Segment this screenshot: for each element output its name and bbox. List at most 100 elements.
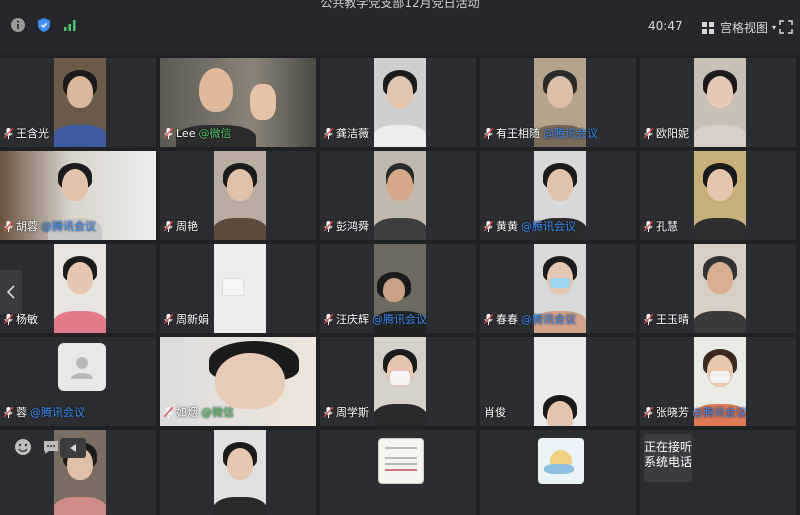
participant-tile[interactable]: 肖俊 (480, 337, 640, 430)
participant-label: 春春 @腾讯会议 (484, 311, 576, 327)
avatar-image (378, 438, 424, 484)
participant-video (374, 151, 426, 240)
participant-name: 黄黄 (496, 220, 518, 233)
participant-video (214, 151, 266, 240)
mic-icon (4, 127, 13, 139)
participant-video (214, 244, 266, 333)
top-bar: 公共教学党支部12月党日活动 40:47 宫格视图 ▾ (0, 0, 800, 55)
meeting-title: 公共教学党支部12月党日活动 (320, 0, 480, 10)
participant-label: 王玉晴 (644, 311, 692, 327)
participant-tile[interactable]: 春春 @腾讯会议 (480, 244, 640, 337)
participant-tile[interactable]: 有王相随 @腾讯会议 (480, 58, 640, 151)
participant-tile[interactable]: 如烟 @微信 (160, 337, 320, 430)
participant-name: Lee (176, 126, 196, 140)
participant-tile[interactable] (480, 430, 640, 515)
participant-name: 彭鸿舜 (336, 220, 369, 233)
mic-icon (484, 313, 493, 325)
participant-name: 王含光 (16, 127, 49, 140)
prev-page-button[interactable] (0, 270, 22, 314)
participant-label: 彭鸿舜 (324, 218, 372, 234)
mic-icon (324, 406, 333, 418)
participant-tile[interactable]: 张晓芳 @腾讯会议 (640, 337, 800, 430)
participant-video (534, 337, 586, 426)
mic-icon (164, 127, 173, 139)
participant-video (374, 58, 426, 147)
participant-name: 王玉晴 (656, 313, 689, 326)
collapse-button[interactable] (60, 438, 86, 458)
participant-label: Lee @微信 (164, 125, 231, 141)
fullscreen-icon[interactable] (778, 19, 794, 35)
participant-name: 周艳 (176, 220, 198, 233)
participant-name: 胡蓉 (16, 220, 38, 233)
participant-label: 肖俊 (484, 404, 509, 420)
chevron-left-icon (6, 285, 15, 299)
participant-tile[interactable]: 周新娟 (160, 244, 320, 337)
mic-icon (644, 127, 653, 139)
mic-icon (4, 406, 13, 418)
participant-label: 胡蓉 @腾讯会议 (4, 218, 96, 234)
participant-tile[interactable]: 周学斯 (320, 337, 480, 430)
triangle-left-icon (70, 444, 76, 452)
info-icon[interactable] (10, 17, 26, 33)
participant-label: 王含光 (4, 125, 52, 141)
participant-name: 周新娟 (176, 313, 209, 326)
participant-name: 肖俊 (484, 406, 506, 419)
default-avatar-icon (58, 343, 106, 391)
participant-tile[interactable]: Lee @微信 (160, 58, 320, 151)
participant-tile[interactable]: 蓉 @腾讯会议 (0, 337, 160, 430)
meeting-timer: 40:47 (648, 19, 683, 33)
participant-tile[interactable]: 正在接听 系统电话 (640, 430, 800, 515)
mic-icon (644, 313, 653, 325)
participant-tile[interactable]: 王含光 (0, 58, 160, 151)
participant-tile[interactable]: 王玉晴 (640, 244, 800, 337)
shield-icon[interactable] (36, 17, 52, 33)
grid-view-icon (700, 20, 716, 36)
participant-label: 张晓芳 @腾讯会议 (644, 404, 747, 420)
chat-icon[interactable] (42, 438, 60, 456)
participant-name: 孔慧 (656, 220, 678, 233)
participant-name: 有王相随 (496, 127, 540, 140)
participant-label: 蓉 @腾讯会议 (4, 404, 85, 420)
participant-tile[interactable]: 龚洁薇 (320, 58, 480, 151)
participant-label: 孔慧 (644, 218, 681, 234)
mic-icon (324, 313, 333, 325)
participant-tile[interactable]: 彭鸿舜 (320, 151, 480, 244)
participant-label: 周新娟 (164, 311, 212, 327)
participant-video (694, 58, 746, 147)
participant-tile[interactable]: 孔慧 (640, 151, 800, 244)
mic-icon (644, 220, 653, 232)
top-left-icons (10, 17, 78, 33)
participant-tile[interactable]: 胡蓉 @腾讯会议 (0, 151, 160, 244)
signal-icon[interactable] (62, 17, 78, 33)
mic-icon (644, 406, 653, 418)
view-mode-selector[interactable]: 宫格视图 ▾ (700, 19, 776, 36)
participant-tile[interactable]: 黄黄 @腾讯会议 (480, 151, 640, 244)
participant-video (54, 58, 106, 147)
participant-name: 欧阳妮 (656, 127, 689, 140)
mic-icon (484, 220, 493, 232)
participant-label: 龚洁薇 (324, 125, 372, 141)
participant-label: 周学斯 (324, 404, 372, 420)
mic-icon (164, 220, 173, 232)
participant-name: 周学斯 (336, 406, 369, 419)
emoji-icon[interactable] (14, 438, 32, 456)
mic-icon (484, 127, 493, 139)
participant-tile[interactable]: 杨敏 (0, 244, 160, 337)
participant-name: 龚洁薇 (336, 127, 369, 140)
participant-tile[interactable]: 欧阳妮 (640, 58, 800, 151)
mic-icon (324, 127, 333, 139)
participant-tile[interactable] (320, 430, 480, 515)
participant-label: 如烟 @微信 (164, 404, 234, 420)
bottom-quick-actions (14, 438, 60, 456)
mic-icon (164, 313, 173, 325)
participant-video (694, 151, 746, 240)
participant-tile[interactable] (160, 430, 320, 515)
avatar-image (538, 438, 584, 484)
participant-tile[interactable]: 周艳 (160, 151, 320, 244)
participant-video (374, 337, 426, 426)
mic-icon (324, 220, 333, 232)
participant-tile[interactable]: 汪庆辉 @腾讯会议 (320, 244, 480, 337)
participant-label: 黄黄 @腾讯会议 (484, 218, 576, 234)
busy-status: 正在接听 系统电话 (644, 434, 692, 482)
participant-name: 如烟 (176, 406, 198, 419)
